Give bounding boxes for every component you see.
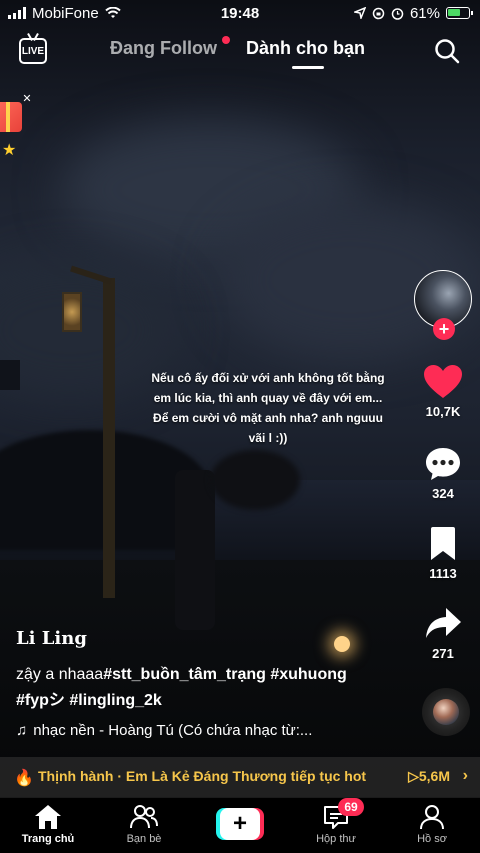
nav-friends-label: Bạn bè <box>126 833 162 845</box>
share-count: 271 <box>432 646 454 661</box>
following-notification-dot <box>222 36 230 44</box>
gift-widget[interactable]: ★ ✕ <box>0 93 32 164</box>
palm-trunk <box>175 470 215 630</box>
close-icon[interactable]: ✕ <box>20 92 34 106</box>
nav-inbox-label: Hộp thư <box>316 833 356 845</box>
tab-following[interactable]: Đang Follow <box>110 38 217 59</box>
active-tab-indicator <box>292 66 324 69</box>
nav-profile-label: Hồ sơ <box>417 833 447 845</box>
author-name[interactable]: Li Ling <box>16 628 87 649</box>
flame-icon: 🔥 <box>14 770 34 787</box>
tab-for-you[interactable]: Dành cho bạn <box>246 38 365 59</box>
top-nav: LIVE Đang Follow Dành cho bạn <box>0 34 480 74</box>
bottom-nav: Trang chủ Bạn bè + Hộp thư 69 Hồ sơ <box>0 797 480 853</box>
nav-home-label: Trang chủ <box>21 833 75 845</box>
friends-icon <box>130 805 158 829</box>
hashtags[interactable]: #stt_buồn_tâm_trạng #xuhuong <box>103 666 347 683</box>
sound-title: nhạc nền - Hoàng Tú (Có chứa nhạc từ:... <box>33 722 313 739</box>
rotation-lock-icon <box>372 7 385 19</box>
live-button[interactable]: LIVE <box>19 38 47 64</box>
trending-text: Thịnh hành · Em Là Kẻ Đáng Thương tiếp t… <box>38 768 367 784</box>
follow-button[interactable]: + <box>433 318 455 340</box>
search-icon[interactable] <box>434 38 460 64</box>
alarm-icon <box>391 7 404 20</box>
hashtags[interactable]: #fypシ #lingling_2k <box>16 692 162 709</box>
plus-icon: + <box>220 808 260 840</box>
bookmark-button[interactable]: 1113 <box>414 526 472 581</box>
music-note-icon: ♫ <box>16 722 28 739</box>
share-icon <box>426 608 461 638</box>
nav-home[interactable]: Trang chủ <box>8 804 88 845</box>
home-icon <box>35 805 61 829</box>
star-icon: ★ <box>2 142 17 159</box>
chevron-right-icon: › <box>462 767 468 784</box>
battery-icon <box>446 7 473 19</box>
caption-text: zậy a nhaaa <box>16 666 104 683</box>
video-description: zậy a nhaaa#stt_buồn_tâm_trạng #xuhuong … <box>16 662 376 714</box>
nav-inbox[interactable]: Hộp thư 69 <box>296 798 376 845</box>
light-glow <box>334 636 350 652</box>
nav-friends[interactable]: Bạn bè <box>104 804 184 845</box>
comment-count: 324 <box>432 486 454 501</box>
inbox-badge: 69 <box>338 798 364 816</box>
bookmark-icon <box>431 527 455 560</box>
gift-ribbon <box>6 102 10 132</box>
nav-profile[interactable]: Hồ sơ <box>392 804 472 845</box>
gift-box-icon <box>0 102 22 132</box>
profile-icon <box>420 805 444 830</box>
create-button[interactable]: + <box>216 808 264 840</box>
comment-icon <box>426 448 460 480</box>
heart-icon <box>424 365 462 398</box>
lamp-post <box>103 278 115 598</box>
share-button[interactable]: 271 <box>414 606 472 661</box>
palm-leaves <box>210 450 300 510</box>
bookmark-count: 1113 <box>429 566 457 581</box>
roof <box>0 360 20 390</box>
like-button[interactable]: 10,7K <box>414 364 472 419</box>
trending-banner[interactable]: 🔥 Thịnh hành · Em Là Kẻ Đáng Thương tiếp… <box>0 757 480 797</box>
location-icon <box>353 7 366 19</box>
like-count: 10,7K <box>425 404 461 419</box>
lantern <box>62 292 82 332</box>
comment-button[interactable]: 324 <box>414 446 472 501</box>
status-bar: MobiFone 19:48 61% <box>0 0 480 26</box>
video-overlay-text: Nếu cô ấy đối xử với anh không tốt bằng … <box>151 371 385 445</box>
music-cover <box>433 699 459 725</box>
trending-views: ▷5,6M <box>408 768 450 784</box>
music-disc[interactable] <box>422 688 470 736</box>
sound-link[interactable]: ♫ nhạc nền - Hoàng Tú (Có chứa nhạc từ:.… <box>16 722 312 739</box>
battery-percent: 61% <box>409 4 440 22</box>
